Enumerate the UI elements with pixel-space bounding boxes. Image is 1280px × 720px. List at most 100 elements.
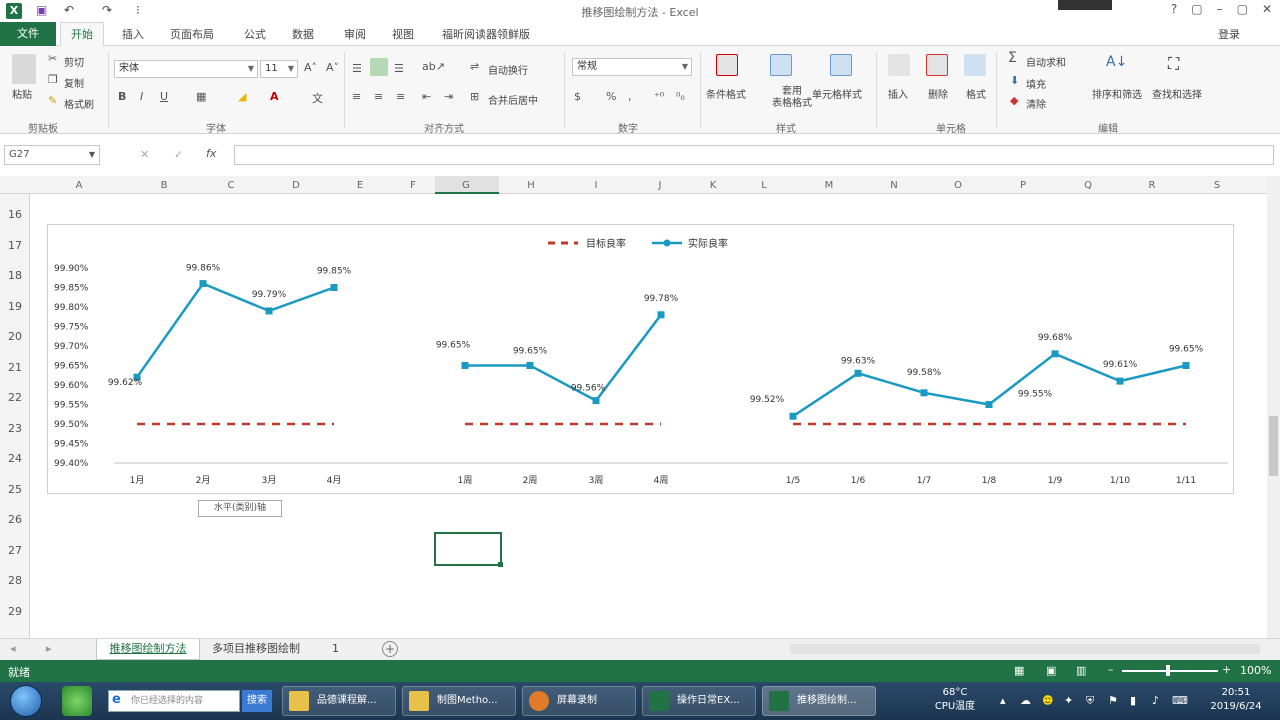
decrease-indent-icon[interactable]: ⇤ [422,90,431,103]
align-middle-icon[interactable] [370,58,388,76]
column-header-j[interactable]: J [650,180,670,191]
row-header-28[interactable]: 28 [4,574,26,587]
tray-flag-icon[interactable]: ⚑ [1108,694,1118,707]
vertical-scrollbar[interactable] [1267,176,1280,638]
page-layout-view-icon[interactable]: ▣ [1046,664,1056,677]
cell-styles-button[interactable]: 单元格样式 [812,86,862,101]
sheet-tab-more[interactable]: 1 [326,639,345,659]
merge-center-button[interactable]: 合并后居中 [488,92,538,107]
delete-cells-button[interactable]: 删除 [928,86,948,101]
comma-icon[interactable]: , [628,90,632,103]
column-header-r[interactable]: R [1142,180,1162,191]
align-right-icon[interactable]: ≡ [396,90,405,103]
align-bottom-icon[interactable]: ☰ [394,62,404,75]
sort-filter-button[interactable]: 排序和筛选 [1092,86,1142,101]
formula-input[interactable] [234,145,1274,165]
column-header-c[interactable]: C [221,180,241,191]
cut-icon[interactable]: ✂ [48,52,57,65]
column-header-o[interactable]: O [948,180,968,191]
tab-insert[interactable]: 插入 [122,26,144,42]
grow-font-icon[interactable]: A˄ [304,61,317,74]
tab-review[interactable]: 审阅 [344,26,366,42]
align-left-icon[interactable]: ≡ [352,90,361,103]
name-box[interactable]: G27 ▼ [4,145,100,165]
app-launcher-icon[interactable] [62,686,92,716]
bold-icon[interactable]: B [118,90,126,103]
column-header-a[interactable]: A [69,180,89,191]
delete-cells-icon[interactable] [926,54,948,76]
fill-handle[interactable] [498,562,503,567]
sort-filter-icon[interactable]: A↓ [1106,54,1127,70]
column-header-d[interactable]: D [286,180,306,191]
column-header-i[interactable]: I [586,180,606,191]
phonetic-icon[interactable]: 文 [312,90,323,106]
find-select-button[interactable]: 查找和选择 [1152,86,1202,101]
browser-search-input[interactable]: 你已经选择的内容 [108,690,240,712]
column-header-l[interactable]: L [754,180,774,191]
italic-icon[interactable]: I [140,90,143,103]
copy-button[interactable]: 复制 [64,75,84,90]
tab-file[interactable]: 文件 [0,22,56,46]
column-header-n[interactable]: N [884,180,904,191]
autosum-icon[interactable]: Σ [1008,50,1017,66]
tray-input-icon[interactable]: ⌨ [1172,694,1188,707]
increase-decimal-icon[interactable]: ⁺⁰ [654,90,664,103]
tray-bird-icon[interactable]: ✦ [1064,694,1073,707]
sheet-scroll-left-icon[interactable]: ◂ [4,639,22,659]
orientation-icon[interactable]: ab↗ [422,60,445,73]
enter-icon[interactable]: ✓ [174,148,183,161]
format-as-table-button[interactable]: 套用 表格格式 [772,86,812,110]
font-size-combo[interactable]: 11 ▼ [260,60,298,78]
tab-formulas[interactable]: 公式 [244,26,266,42]
fill-color-icon[interactable]: ◢ [238,90,246,103]
row-header-24[interactable]: 24 [4,452,26,465]
format-cells-button[interactable]: 格式 [966,86,986,101]
start-button-icon[interactable] [10,685,42,717]
wrap-text-button[interactable]: 自动换行 [488,62,528,77]
fill-button[interactable]: 填充 [1026,76,1046,91]
ribbon-display-icon[interactable]: ▢ [1191,2,1202,16]
column-header-e[interactable]: E [350,180,370,191]
row-header-27[interactable]: 27 [4,544,26,557]
tab-home[interactable]: 开始 [60,22,104,47]
column-header-g[interactable]: G [456,180,476,191]
format-painter-icon[interactable]: ✎ [48,94,57,107]
fill-icon[interactable]: ⬇ [1010,74,1019,87]
increase-indent-icon[interactable]: ⇥ [444,90,453,103]
column-header-k[interactable]: K [703,180,723,191]
browser-search-button[interactable]: 搜索 [242,690,272,712]
tab-data[interactable]: 数据 [292,26,314,42]
tray-smile-icon[interactable]: ☻ [1042,694,1053,707]
format-painter-button[interactable]: 格式刷 [64,96,94,111]
sheet-scroll-right-icon[interactable]: ▸ [40,639,58,659]
underline-icon[interactable]: U [160,90,168,103]
format-cells-icon[interactable] [964,54,986,76]
tab-view[interactable]: 视图 [392,26,414,42]
row-header-20[interactable]: 20 [4,330,26,343]
tray-shield-icon[interactable]: ⛨ [1086,694,1094,708]
row-header-19[interactable]: 19 [4,300,26,313]
tab-foxit[interactable]: 福昕阅读器领鲜版 [442,26,530,42]
column-header-p[interactable]: P [1013,180,1033,191]
tray-network-icon[interactable]: ▮ [1130,694,1136,707]
row-header-17[interactable]: 17 [4,239,26,252]
align-center-icon[interactable]: ≡ [374,90,383,103]
clock[interactable]: 20:51 2019/6/24 [1196,686,1276,714]
taskbar-item-excel-1[interactable]: 操作日常EX... [642,686,756,716]
zoom-in-icon[interactable]: + [1222,663,1231,676]
horizontal-scrollbar[interactable] [790,644,1260,654]
zoom-out-icon[interactable]: – [1108,663,1114,676]
taskbar-item-recorder[interactable]: 屏幕录制 [522,686,636,716]
align-top-icon[interactable]: ☰ [352,62,362,75]
copy-icon[interactable]: ❐ [48,73,58,86]
minimize-icon[interactable]: – [1217,2,1223,16]
find-select-icon[interactable]: ⛶ [1168,54,1179,74]
column-header-f[interactable]: F [403,180,423,191]
page-break-view-icon[interactable]: ▥ [1076,664,1086,677]
login-link[interactable]: 登录 [1218,26,1240,42]
column-header-h[interactable]: H [521,180,541,191]
selected-cell[interactable] [434,532,502,566]
row-header-22[interactable]: 22 [4,391,26,404]
paste-button[interactable]: 粘贴 [12,86,32,101]
close-icon[interactable]: ✕ [1262,2,1272,16]
